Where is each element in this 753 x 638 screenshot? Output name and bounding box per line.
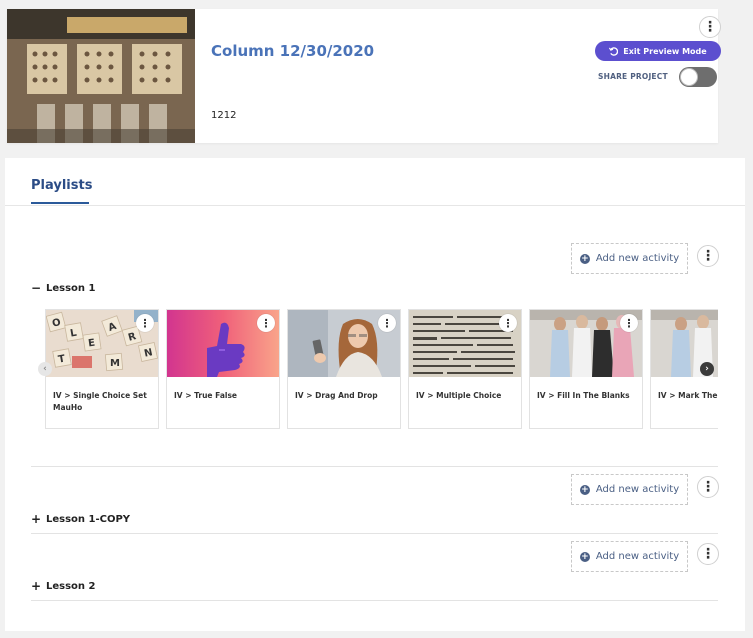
activity-label: IV > Fill In The Blanks xyxy=(537,391,630,400)
project-header-card: Column 12/30/2020 1212 ⋮ Exit Preview Mo… xyxy=(7,9,721,143)
carousel-next-button[interactable]: › xyxy=(700,362,714,376)
share-project-label: SHARE PROJECT xyxy=(598,72,668,81)
chevron-right-icon: › xyxy=(705,364,709,374)
activity-label: IV > Mark The xyxy=(658,391,718,400)
plus-circle-icon: + xyxy=(579,551,590,562)
kebab-icon: ⋮ xyxy=(260,316,272,330)
kebab-icon: ⋮ xyxy=(623,316,635,330)
activity-card[interactable]: ⋮ IV > Drag And Drop xyxy=(287,309,401,429)
activity-menu-button[interactable]: ⋮ xyxy=(499,314,517,332)
lesson-2-header[interactable]: + Lesson 2 xyxy=(31,579,96,593)
add-activity-label: Add new activity xyxy=(595,551,680,562)
lesson-divider xyxy=(31,600,718,601)
tab-playlists[interactable]: Playlists xyxy=(31,178,92,193)
undo-icon xyxy=(609,46,619,56)
project-description: 1212 xyxy=(211,110,237,121)
activity-label: IV > Single Choice Set MauHo xyxy=(53,391,147,412)
add-activity-label: Add new activity xyxy=(595,253,680,264)
kebab-icon: ⋮ xyxy=(381,316,393,330)
toggle-knob xyxy=(680,68,698,86)
tab-active-indicator xyxy=(31,202,89,204)
activity-label: IV > Multiple Choice xyxy=(416,391,502,400)
activity-menu-button[interactable]: ⋮ xyxy=(378,314,396,332)
add-activity-button-lesson-1[interactable]: + Add new activity xyxy=(571,243,688,274)
project-menu-button[interactable]: ⋮ xyxy=(699,16,721,38)
project-title: Column 12/30/2020 xyxy=(211,42,375,60)
activity-label: IV > True False xyxy=(174,391,237,400)
activity-menu-button[interactable]: ⋮ xyxy=(620,314,638,332)
lesson-title: Lesson 2 xyxy=(46,580,96,592)
kebab-icon: ⋮ xyxy=(701,248,715,264)
plus-circle-icon: + xyxy=(579,484,590,495)
expand-icon: + xyxy=(31,579,42,593)
svg-text:M: M xyxy=(110,358,120,369)
expand-icon: + xyxy=(31,512,42,526)
lesson-title: Lesson 1 xyxy=(46,282,96,294)
exit-preview-label: Exit Preview Mode xyxy=(623,46,707,56)
exit-preview-button[interactable]: Exit Preview Mode xyxy=(595,41,721,61)
carousel-prev-button[interactable]: ‹ xyxy=(38,362,52,376)
lesson-divider xyxy=(31,466,718,467)
lesson-1-header[interactable]: − Lesson 1 xyxy=(31,281,96,295)
kebab-icon: ⋮ xyxy=(139,316,151,330)
playlists-card: Playlists + Add new activity ⋮ − Lesson … xyxy=(5,158,745,631)
kebab-icon: ⋮ xyxy=(502,316,514,330)
activity-carousel: O L E A R N T M ⋮ IV > Single Choice Set… xyxy=(45,309,718,431)
chevron-left-icon: ‹ xyxy=(43,364,47,374)
lesson-1-menu-button[interactable]: ⋮ xyxy=(697,245,719,267)
activity-card[interactable]: ⋮ IV > Fill In The Blanks xyxy=(529,309,643,429)
activity-menu-button[interactable]: ⋮ xyxy=(257,314,275,332)
lesson-title: Lesson 1-COPY xyxy=(46,513,131,525)
lesson-1-copy-menu-button[interactable]: ⋮ xyxy=(697,476,719,498)
project-cover-image xyxy=(7,9,195,143)
collapse-icon: − xyxy=(31,281,42,295)
plus-circle-icon: + xyxy=(579,253,590,264)
share-project-toggle[interactable] xyxy=(679,67,717,87)
activity-menu-button[interactable]: ⋮ xyxy=(136,314,154,332)
kebab-icon: ⋮ xyxy=(703,19,717,35)
activity-card[interactable]: O L E A R N T M ⋮ IV > Single Choice Set… xyxy=(45,309,159,429)
activity-label: IV > Drag And Drop xyxy=(295,391,378,400)
activity-card[interactable]: ⋮ IV > Multiple Choice xyxy=(408,309,522,429)
lesson-2-menu-button[interactable]: ⋮ xyxy=(697,543,719,565)
tab-divider xyxy=(5,205,745,206)
add-activity-label: Add new activity xyxy=(595,484,680,495)
lesson-divider xyxy=(31,533,718,534)
activity-card[interactable]: ⋮ IV > True False xyxy=(166,309,280,429)
kebab-icon: ⋮ xyxy=(701,479,715,495)
kebab-icon: ⋮ xyxy=(701,546,715,562)
add-activity-button-lesson-2[interactable]: + Add new activity xyxy=(571,541,688,572)
add-activity-button-lesson-1-copy[interactable]: + Add new activity xyxy=(571,474,688,505)
lesson-1-copy-header[interactable]: + Lesson 1-COPY xyxy=(31,512,130,526)
